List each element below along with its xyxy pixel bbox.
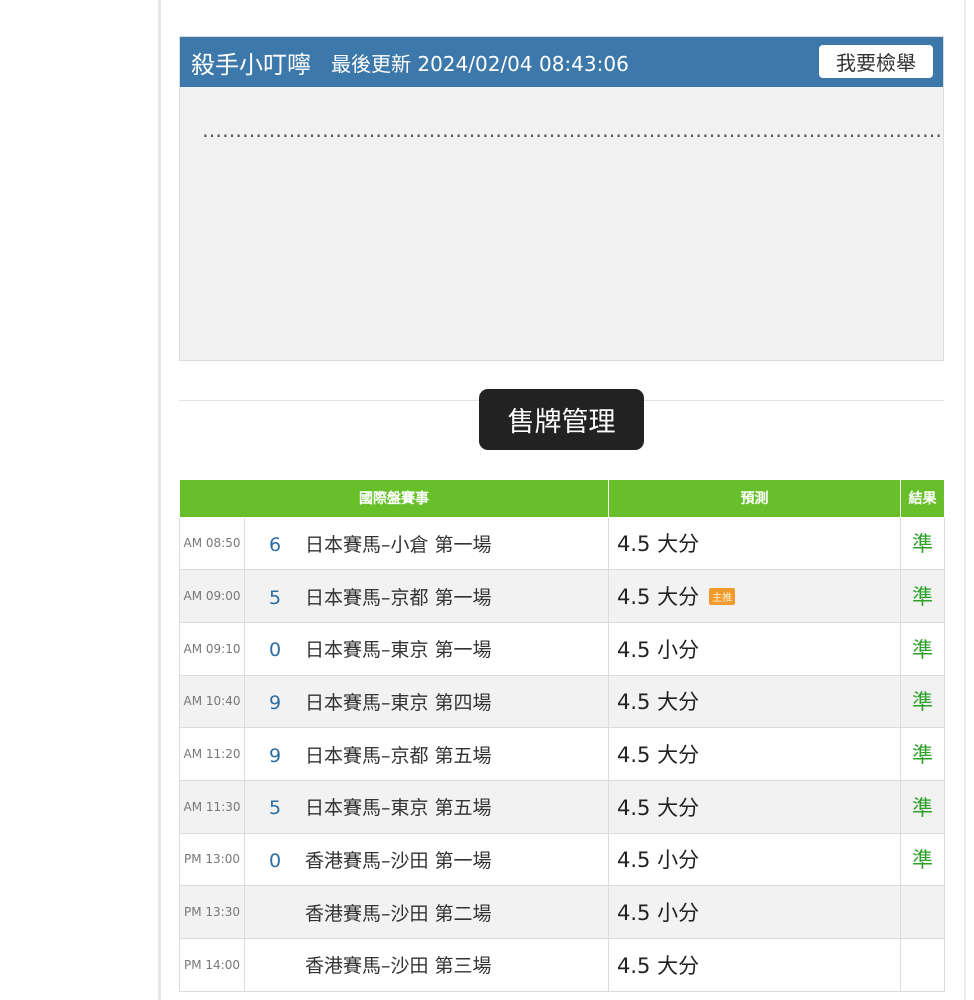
prediction-cell: 4.5 小分 [608,832,901,887]
race-time: AM 11:20 [179,727,245,781]
race-event-cell[interactable]: 5 日本賽馬–京都 第一場 [244,569,609,623]
prediction-text: 4.5 大分 [617,743,700,768]
race-event-cell[interactable]: 香港賽馬–沙田 第三場 [244,938,609,992]
race-time: AM 11:30 [179,779,245,834]
race-time: PM 13:00 [179,832,245,887]
result-cell: 準 [900,516,945,571]
prediction-text: 4.5 小分 [617,637,700,662]
table-row[interactable]: PM 13:00 0 香港賽馬–沙田 第一場 4.5 小分 準 [179,832,945,887]
report-button[interactable]: 我要檢舉 [819,45,933,78]
result-cell: 準 [900,779,945,834]
prediction-text: 4.5 大分 [617,532,700,557]
race-event-cell[interactable]: 9 日本賽馬–京都 第五場 [244,727,609,781]
table-row[interactable]: AM 08:50 6 日本賽馬–小倉 第一場 4.5 大分 準 [179,516,945,571]
result-cell: 準 [900,569,945,623]
race-time: PM 13:30 [179,885,245,939]
prediction-text: 4.5 大分 [617,585,700,610]
result-cell: 準 [900,674,945,729]
notice-header: 殺手小叮嚀 最後更新 2024/02/04 08:43:06 我要檢舉 [180,37,943,87]
race-number: 0 [269,849,282,872]
race-name: 日本賽馬–京都 第五場 [305,744,492,767]
race-event-cell[interactable]: 0 香港賽馬–沙田 第一場 [244,832,609,887]
race-event-cell[interactable]: 5 日本賽馬–東京 第五場 [244,779,609,834]
race-time: AM 10:40 [179,674,245,729]
table-header-row: 國際盤賽事 預測 結果 [179,480,945,518]
result-cell: 準 [900,621,945,676]
notice-panel: 殺手小叮嚀 最後更新 2024/02/04 08:43:06 我要檢舉 …………… [179,36,944,361]
race-time: AM 09:10 [179,621,245,676]
race-name: 香港賽馬–沙田 第三場 [305,955,492,978]
race-time: AM 08:50 [179,516,245,571]
race-number: 9 [269,691,282,714]
result-cell [900,885,945,939]
race-time: PM 14:00 [179,938,245,992]
notice-body: …………………………………………………………………………………………………………… [202,118,943,142]
left-sidebar [0,0,158,1000]
prediction-cell: 4.5 大分 [608,674,901,729]
race-event-cell[interactable]: 0 日本賽馬–東京 第一場 [244,621,609,676]
header-event: 國際盤賽事 [179,480,609,518]
prediction-cell: 4.5 小分 [608,621,901,676]
race-name: 日本賽馬–京都 第一場 [305,586,492,609]
right-divider [964,0,966,1000]
race-time: AM 09:00 [179,569,245,623]
prediction-cell: 4.5 大分 主推 [608,569,901,623]
result-cell [900,938,945,992]
result-cell: 準 [900,727,945,781]
race-name: 香港賽馬–沙田 第一場 [305,849,492,872]
race-number: 6 [269,533,282,556]
race-number: 5 [269,586,282,609]
race-number: 0 [269,639,282,662]
race-name: 日本賽馬–東京 第四場 [305,691,492,714]
prediction-cell: 4.5 小分 [608,885,901,939]
last-updated: 最後更新 2024/02/04 08:43:06 [331,51,629,76]
table-row[interactable]: AM 09:00 5 日本賽馬–京都 第一場 4.5 大分 主推準 [179,569,945,623]
header-result: 結果 [900,480,945,518]
table-row[interactable]: PM 14:00 香港賽馬–沙田 第三場 4.5 大分 [179,938,945,992]
race-event-cell[interactable]: 9 日本賽馬–東京 第四場 [244,674,609,729]
prediction-text: 4.5 大分 [617,795,700,820]
table-row[interactable]: AM 09:10 0 日本賽馬–東京 第一場 4.5 小分 準 [179,621,945,676]
table-row[interactable]: AM 10:40 9 日本賽馬–東京 第四場 4.5 大分 準 [179,674,945,729]
prediction-cell: 4.5 大分 [608,938,901,992]
predictions-table: 國際盤賽事 預測 結果 AM 08:50 6 日本賽馬–小倉 第一場 4.5 大分準 A… [179,480,945,992]
prediction-cell: 4.5 大分 [608,779,901,834]
table-row[interactable]: AM 11:30 5 日本賽馬–東京 第五場 4.5 大分 準 [179,779,945,834]
table-row[interactable]: AM 11:20 9 日本賽馬–京都 第五場 4.5 大分 準 [179,727,945,781]
notice-title: 殺手小叮嚀 [191,50,311,79]
race-event-cell[interactable]: 香港賽馬–沙田 第二場 [244,885,609,939]
race-number: 5 [269,797,282,820]
race-number: 9 [269,744,282,767]
prediction-text: 4.5 大分 [617,690,700,715]
prediction-cell: 4.5 大分 [608,727,901,781]
prediction-cell: 4.5 大分 [608,516,901,571]
left-divider [158,0,161,1000]
header-prediction: 預測 [608,480,901,518]
race-name: 日本賽馬–東京 第一場 [305,639,492,662]
sales-management-button[interactable]: 售牌管理 [479,389,644,450]
table-row[interactable]: PM 13:30 香港賽馬–沙田 第二場 4.5 小分 [179,885,945,939]
race-event-cell[interactable]: 6 日本賽馬–小倉 第一場 [244,516,609,571]
prediction-text: 4.5 小分 [617,901,700,926]
prediction-text: 4.5 小分 [617,848,700,873]
race-name: 香港賽馬–沙田 第二場 [305,902,492,925]
prediction-text: 4.5 大分 [617,953,700,978]
race-name: 日本賽馬–東京 第五場 [305,797,492,820]
featured-badge: 主推 [709,588,736,606]
race-name: 日本賽馬–小倉 第一場 [305,533,492,556]
result-cell: 準 [900,832,945,887]
